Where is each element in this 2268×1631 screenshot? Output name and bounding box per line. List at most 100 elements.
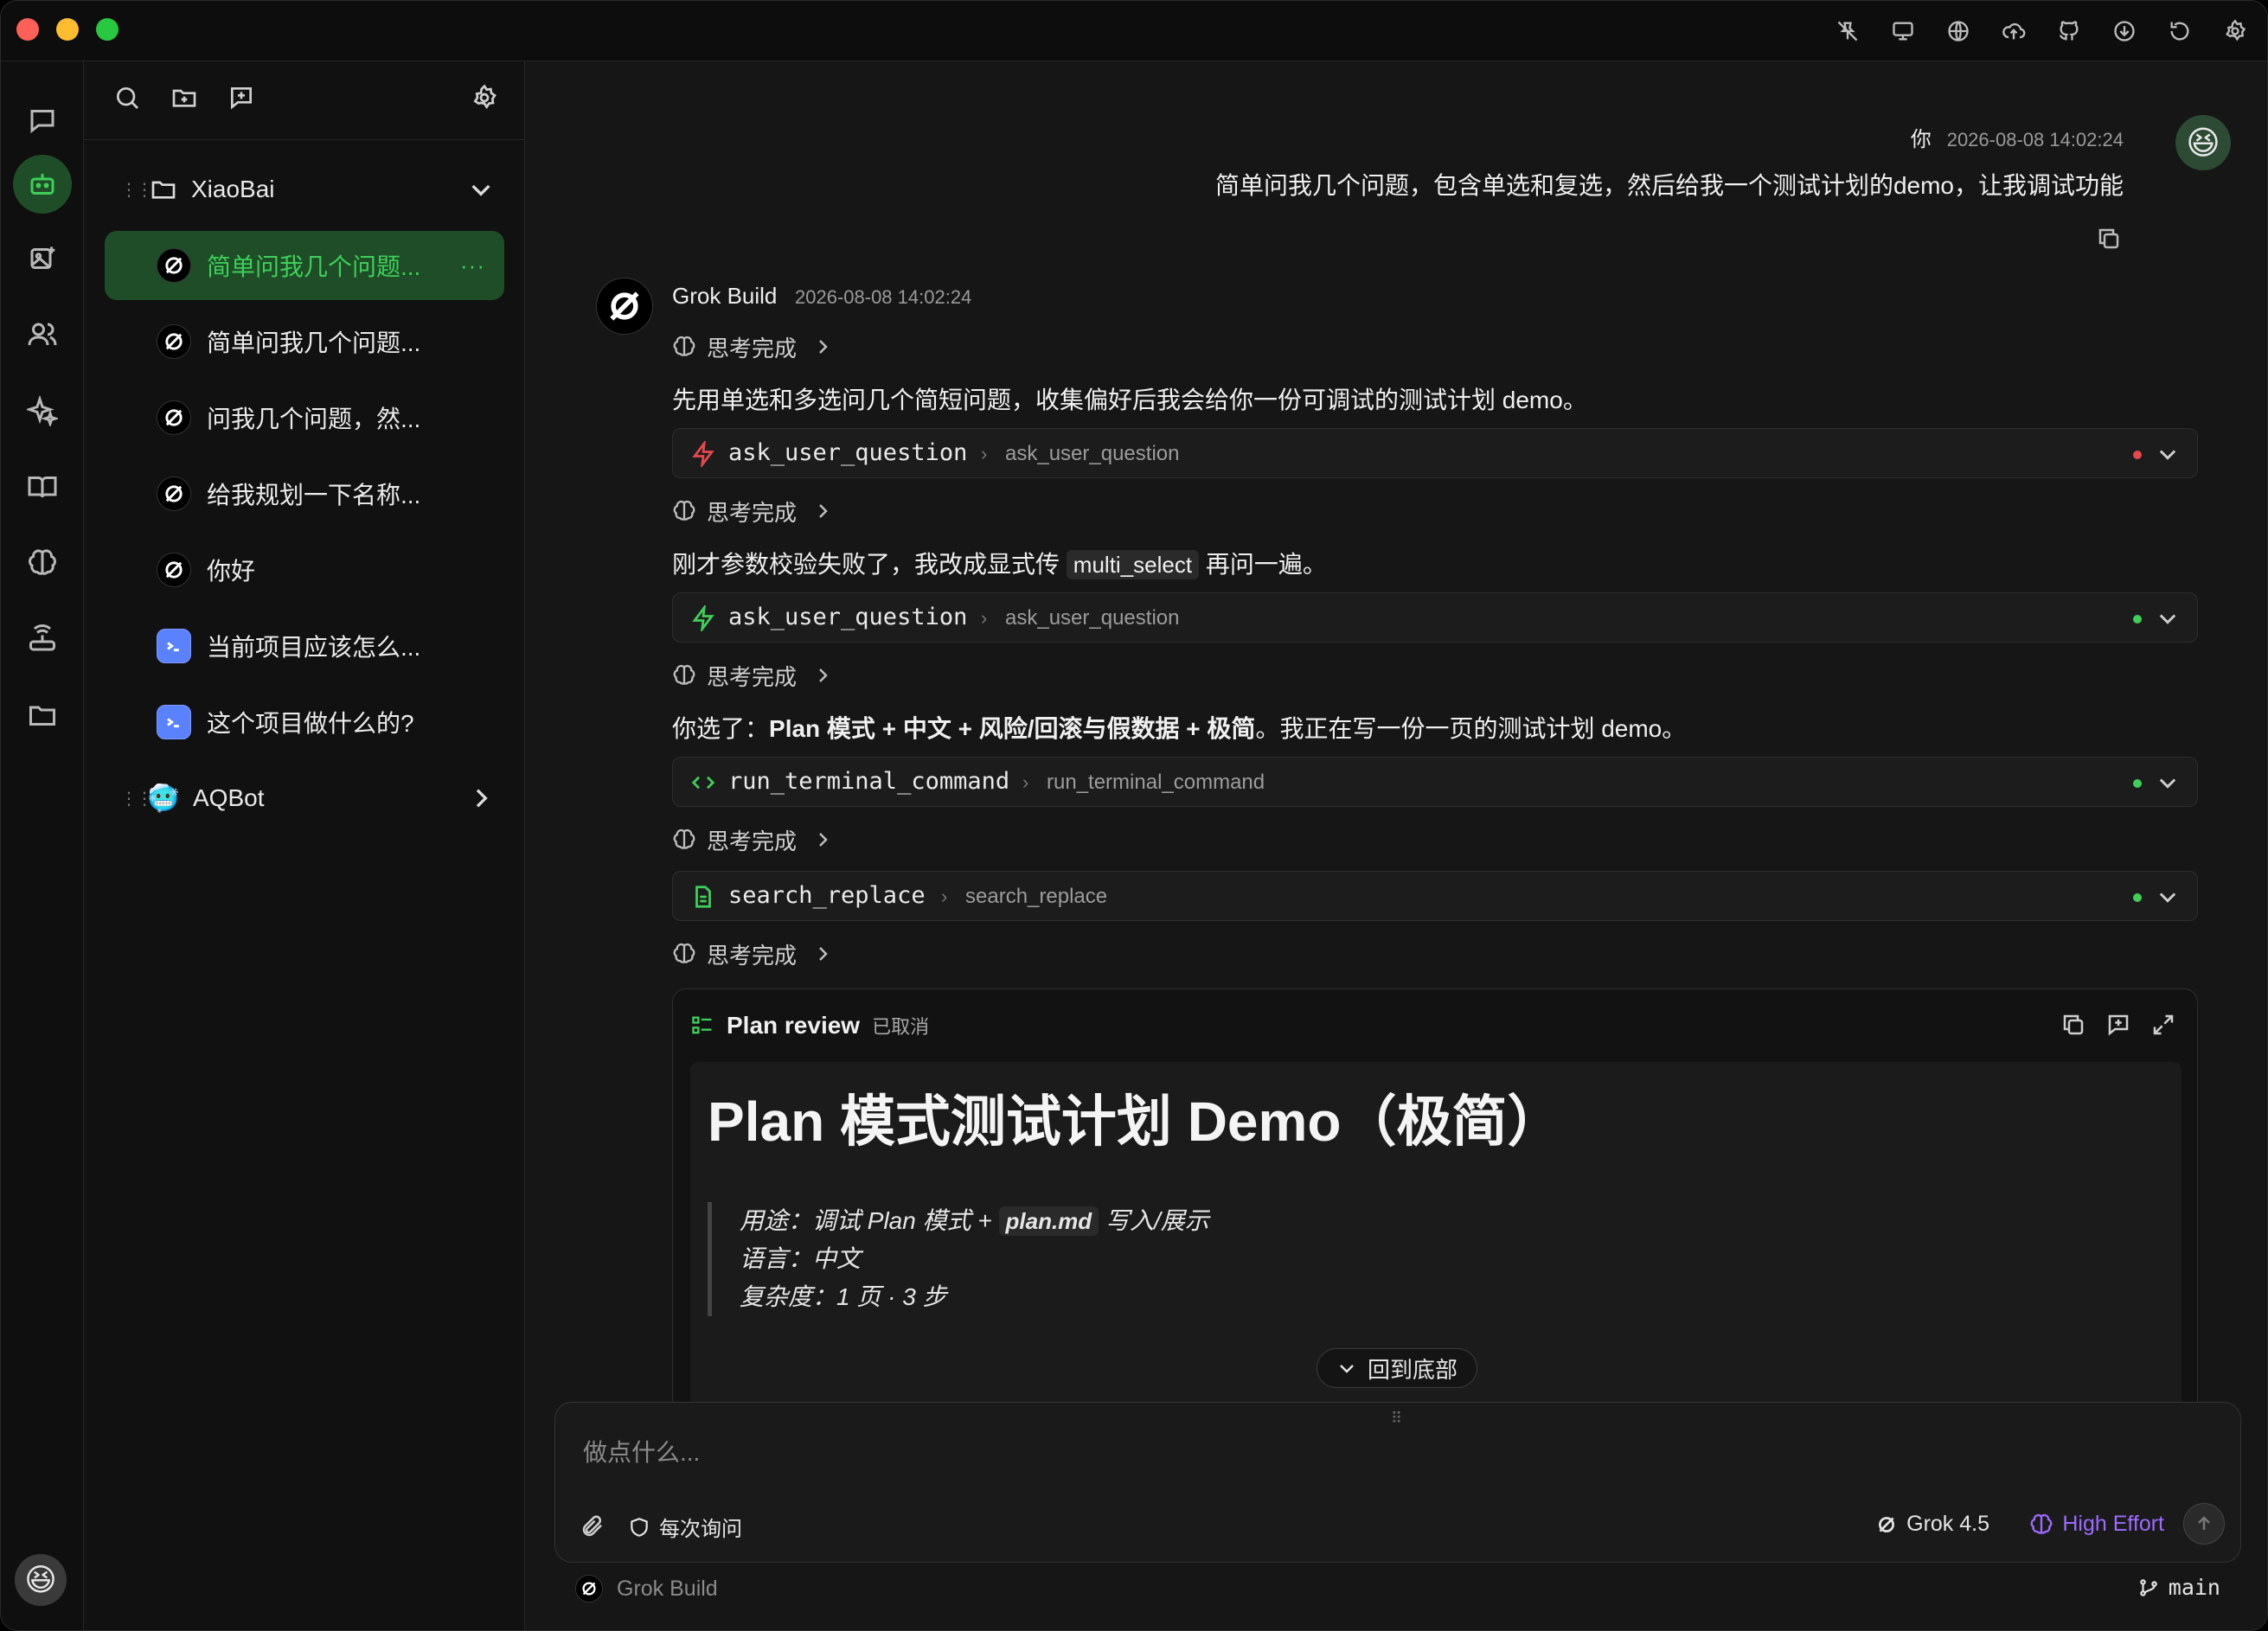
chat-item[interactable]: 简单问我几个问题... (105, 307, 504, 376)
group-aqbot[interactable]: ⋮⋮ 🥶 AQBot (84, 772, 524, 824)
refresh-icon[interactable] (2165, 16, 2194, 46)
code-icon (690, 770, 716, 796)
chat-item[interactable]: 给我规划一下名称... (105, 459, 504, 528)
globe-icon[interactable] (1944, 16, 1973, 46)
chevron-down-icon[interactable] (2156, 771, 2180, 795)
brain-icon (673, 943, 695, 963)
user-message-text: 简单问我几个问题，包含单选和复选，然后给我一个测试计划的demo，让我调试功能 (1214, 172, 2124, 199)
rail-brain-icon[interactable] (13, 534, 72, 592)
sidebar-divider (84, 139, 524, 140)
search-icon[interactable] (110, 80, 144, 115)
drag-handle-icon[interactable]: ⋮⋮ (120, 179, 153, 201)
bot-paragraph: 先用单选和多选问几个简短问题，收集偏好后我会给你一份可调试的测试计划 demo。 (672, 387, 1587, 413)
pin-off-icon[interactable] (1833, 16, 1862, 46)
list-check-icon (692, 1016, 712, 1034)
user-name: 你 (1910, 128, 1932, 151)
insert-chat-icon[interactable] (2105, 1012, 2131, 1042)
tool-call-card[interactable]: run_terminal_command › run_terminal_comm… (672, 757, 2198, 807)
tool-subname: ask_user_question (1005, 442, 1180, 465)
send-button[interactable] (2183, 1503, 2225, 1545)
rail-users-icon[interactable] (13, 305, 72, 364)
scroll-to-bottom-button[interactable]: 回到底部 (1317, 1348, 1477, 1388)
git-branch-indicator[interactable]: main (2137, 1575, 2220, 1600)
permission-mode-button[interactable]: 每次询问 (628, 1512, 742, 1542)
inline-code: plan.md (998, 1206, 1099, 1236)
agent-label: Grok Build (617, 1576, 718, 1601)
brain-icon (673, 664, 695, 685)
thinking-label: 思考完成 (707, 942, 798, 969)
settings-icon[interactable] (2220, 16, 2250, 46)
download-icon[interactable] (2110, 16, 2139, 46)
tool-name: search_replace (728, 882, 926, 909)
upload-cloud-icon[interactable] (1999, 16, 2028, 46)
chat-more-button[interactable]: ··· (460, 253, 485, 279)
agent-indicator[interactable]: Grok Build (575, 1575, 718, 1602)
tool-call-card[interactable]: ask_user_question › ask_user_question (672, 428, 2198, 478)
app-window: 😆 ⋮⋮ XiaoBai 简单问我几个问题... ··· 简单问我几个问题... (0, 0, 2268, 1631)
user-avatar: 😆 (2175, 115, 2231, 170)
grok-icon (157, 400, 191, 435)
message-input[interactable] (583, 1439, 2209, 1467)
github-icon[interactable] (2054, 16, 2084, 46)
rail-chat-icon[interactable] (13, 91, 72, 150)
minimize-window-button[interactable] (56, 18, 79, 41)
chat-item[interactable]: 问我几个问题，然... (105, 383, 504, 452)
account-avatar[interactable]: 😆 (15, 1554, 67, 1606)
zoom-window-button[interactable] (96, 18, 119, 41)
user-message-meta: 你 2026-08-08 14:02:24 (1911, 122, 2124, 152)
chat-item-label: 这个项目做什么的? (207, 710, 414, 737)
tool-call-card[interactable]: search_replace › search_replace (672, 871, 2198, 921)
group-xiaobai[interactable]: ⋮⋮ XiaoBai (84, 163, 524, 215)
grok-icon (1879, 1516, 1895, 1532)
model-selector[interactable]: Grok 4.5 (1875, 1512, 1989, 1537)
chat-item[interactable]: 简单问我几个问题... ··· (105, 231, 504, 300)
tool-name: run_terminal_command (728, 768, 1010, 795)
chevron-right-icon (819, 947, 828, 961)
resize-handle-icon[interactable]: ⠿ (1391, 1410, 1403, 1428)
new-chat-icon[interactable] (224, 80, 259, 115)
chevron-down-icon[interactable] (467, 176, 495, 203)
plan-review-status: 已取消 (872, 1016, 930, 1038)
chevron-down-icon[interactable] (2156, 442, 2180, 466)
thinking-toggle[interactable]: 思考完成 (672, 331, 833, 362)
tool-call-card[interactable]: ask_user_question › ask_user_question (672, 592, 2198, 643)
rail-book-icon[interactable] (13, 457, 72, 516)
para-bold: Plan 模式 + 中文 + 风险/回滚与假数据 + 极简 (769, 715, 1256, 742)
bot-name: Grok Build (672, 283, 778, 309)
thinking-toggle[interactable]: 思考完成 (672, 938, 833, 969)
plan-purpose: 用途：调试 Plan 模式 + plan.md 写入/展示 (740, 1202, 1209, 1240)
chat-item[interactable]: 当前项目应该怎么... (105, 611, 504, 681)
chevron-down-icon[interactable] (2156, 885, 2180, 909)
monitor-icon[interactable] (1888, 16, 1918, 46)
bot-face-icon: 🥶 (147, 784, 180, 813)
effort-selector[interactable]: High Effort (2029, 1512, 2164, 1537)
chat-item[interactable]: 你好 (105, 535, 504, 604)
expand-icon[interactable] (2150, 1012, 2176, 1042)
thinking-toggle[interactable]: 思考完成 (672, 496, 833, 527)
rail-sparkle-icon[interactable] (13, 381, 72, 440)
rail-folder-icon[interactable] (13, 686, 72, 745)
title-bar (1, 1, 2267, 61)
paperclip-icon[interactable] (580, 1513, 607, 1541)
sidebar-settings-icon[interactable] (467, 80, 502, 115)
rail-image-icon[interactable] (13, 229, 72, 288)
brain-icon (673, 500, 695, 521)
grok-icon (596, 278, 653, 335)
rail-agent-icon[interactable] (13, 155, 72, 214)
tool-subname: ask_user_question (1005, 606, 1180, 630)
thinking-toggle[interactable]: 思考完成 (672, 660, 833, 691)
copy-icon[interactable] (2060, 1012, 2086, 1042)
plan-language: 语言：中文 (740, 1245, 862, 1272)
model-label: Grok 4.5 (1906, 1512, 1989, 1536)
copy-icon[interactable] (2096, 226, 2127, 257)
thinking-toggle[interactable]: 思考完成 (672, 824, 833, 855)
chevron-down-icon[interactable] (2156, 606, 2180, 630)
chevron-right-icon[interactable] (467, 784, 495, 812)
terminal-agent-icon (157, 629, 191, 663)
close-window-button[interactable] (16, 18, 39, 41)
grok-icon (157, 248, 191, 283)
chat-item[interactable]: 这个项目做什么的? (105, 688, 504, 757)
rail-router-icon[interactable] (13, 610, 72, 668)
new-folder-icon[interactable] (167, 80, 202, 115)
purpose-text: 写入/展示 (1099, 1207, 1209, 1234)
